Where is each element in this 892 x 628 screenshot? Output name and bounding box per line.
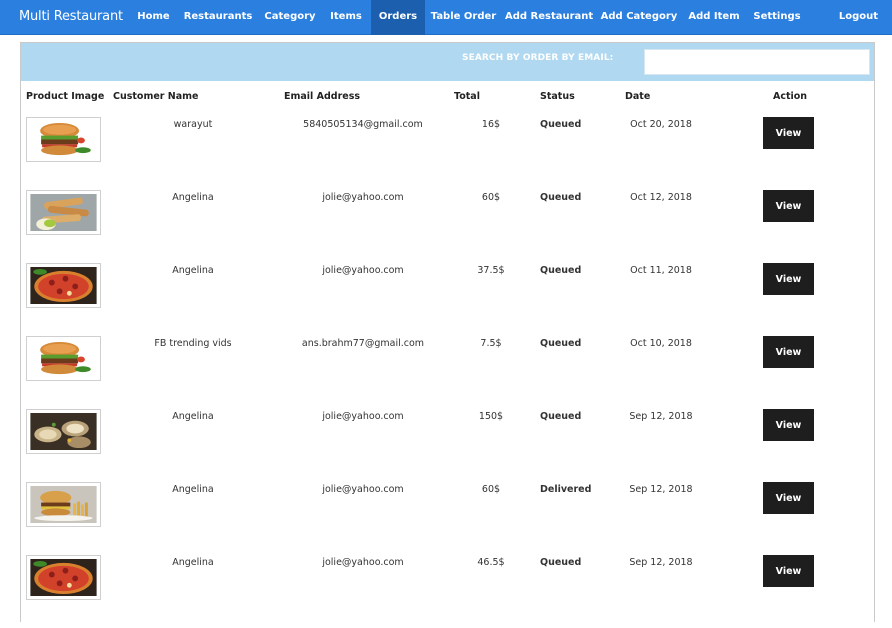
header-product-image: Product Image	[26, 91, 105, 102]
customer-name: warayut	[173, 119, 213, 130]
order-date: Sep 12, 2018	[629, 411, 693, 422]
order-date: Sep 12, 2018	[629, 557, 693, 568]
header-action: Action	[773, 91, 808, 102]
order-total: 16$	[481, 119, 501, 130]
order-status: Queued	[540, 192, 582, 203]
order-status: Queued	[540, 119, 582, 130]
customer-email: jolie@yahoo.com	[322, 484, 404, 495]
customer-name: Angelina	[172, 192, 214, 203]
customer-name: Angelina	[172, 484, 214, 495]
order-date: Oct 11, 2018	[630, 265, 692, 276]
header-customer-name: Customer Name	[113, 91, 199, 102]
customer-email: jolie@yahoo.com	[322, 265, 404, 276]
table-row: Angelina jolie@yahoo.com 46.5$ Queued Sep 12…	[21, 555, 874, 628]
order-total: 60$	[481, 192, 501, 203]
nav-restaurants[interactable]: Restaurants	[182, 0, 254, 35]
pizza-icon	[26, 555, 101, 600]
table-row: Angelina jolie@yahoo.com 150$ Queued Sep 12,…	[21, 409, 874, 482]
customer-email: jolie@yahoo.com	[322, 557, 404, 568]
search-bar: SEARCH BY ORDER BY EMAIL:	[21, 43, 874, 81]
search-email-input[interactable]	[644, 49, 870, 75]
order-total: 37.5$	[477, 265, 505, 276]
view-button[interactable]: View	[763, 190, 814, 222]
view-button[interactable]: View	[763, 482, 814, 514]
view-button[interactable]: View	[763, 263, 814, 295]
customer-email: ans.brahm77@gmail.com	[301, 338, 425, 349]
order-date: Oct 10, 2018	[630, 338, 692, 349]
customer-email: jolie@yahoo.com	[322, 192, 404, 203]
brand-title[interactable]: Multi Restaurant	[19, 0, 123, 35]
view-button[interactable]: View	[763, 409, 814, 441]
order-status: Queued	[540, 411, 582, 422]
nav-settings[interactable]: Settings	[750, 0, 804, 35]
top-navbar: Multi Restaurant Home Restaurants Catego…	[0, 0, 892, 35]
order-status: Queued	[540, 338, 582, 349]
order-total: 46.5$	[477, 557, 505, 568]
table-row: Angelina jolie@yahoo.com 37.5$ Queued Oct 11…	[21, 263, 874, 336]
header-total: Total	[454, 91, 480, 102]
pizza-icon	[26, 263, 101, 308]
table-row: warayut 5840505134@gmail.com 16$ Queued Oct …	[21, 117, 874, 190]
order-total: 60$	[481, 484, 501, 495]
order-total: 7.5$	[480, 338, 502, 349]
nav-orders[interactable]: Orders	[371, 0, 425, 35]
customer-email: jolie@yahoo.com	[322, 411, 404, 422]
nav-category[interactable]: Category	[259, 0, 321, 35]
order-date: Oct 20, 2018	[630, 119, 692, 130]
burger-icon	[26, 117, 101, 162]
customer-email: 5840505134@gmail.com	[303, 119, 423, 130]
order-date: Sep 12, 2018	[629, 484, 693, 495]
nav-logout[interactable]: Logout	[836, 0, 881, 35]
burger-icon	[26, 336, 101, 381]
header-status: Status	[540, 91, 575, 102]
seafood-icon	[26, 409, 101, 454]
order-status: Queued	[540, 265, 582, 276]
fries-icon	[26, 190, 101, 235]
nav-add-category[interactable]: Add Category	[599, 0, 679, 35]
table-row: FB trending vids ans.brahm77@gmail.com 7.5…	[21, 336, 874, 409]
nav-items[interactable]: Items	[325, 0, 367, 35]
search-label: SEARCH BY ORDER BY EMAIL:	[462, 53, 614, 63]
customer-name: FB trending vids	[154, 338, 232, 349]
customer-name: Angelina	[172, 557, 214, 568]
header-email: Email Address	[284, 91, 361, 102]
table-row: Angelina jolie@yahoo.com 60$ Queued Oct 12, …	[21, 190, 874, 263]
order-date: Oct 12, 2018	[630, 192, 692, 203]
nav-add-restaurant[interactable]: Add Restaurant	[505, 0, 593, 35]
table-row: Angelina jolie@yahoo.com 60$ Delivered Sep 1…	[21, 482, 874, 555]
nav-home[interactable]: Home	[130, 0, 177, 35]
view-button[interactable]: View	[763, 117, 814, 149]
customer-name: Angelina	[172, 411, 214, 422]
orders-panel: SEARCH BY ORDER BY EMAIL: Product Image …	[20, 42, 875, 622]
order-total: 150$	[478, 411, 504, 422]
order-status: Delivered	[540, 484, 592, 495]
burger-fries-icon	[26, 482, 101, 527]
nav-table-order[interactable]: Table Order	[428, 0, 499, 35]
header-date: Date	[625, 91, 651, 102]
nav-add-item[interactable]: Add Item	[685, 0, 743, 35]
customer-name: Angelina	[172, 265, 214, 276]
view-button[interactable]: View	[763, 555, 814, 587]
view-button[interactable]: View	[763, 336, 814, 368]
order-status: Queued	[540, 557, 582, 568]
